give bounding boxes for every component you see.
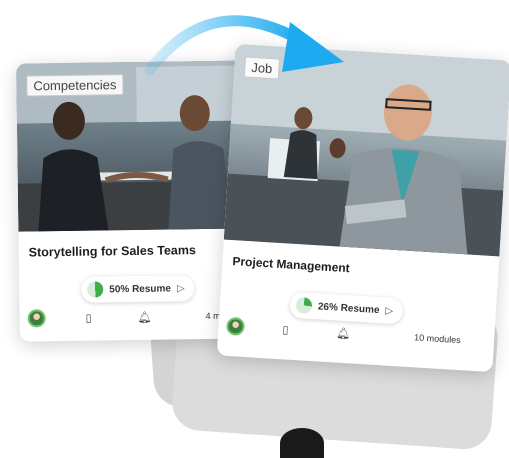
- curved-arrow-icon: [144, 15, 344, 76]
